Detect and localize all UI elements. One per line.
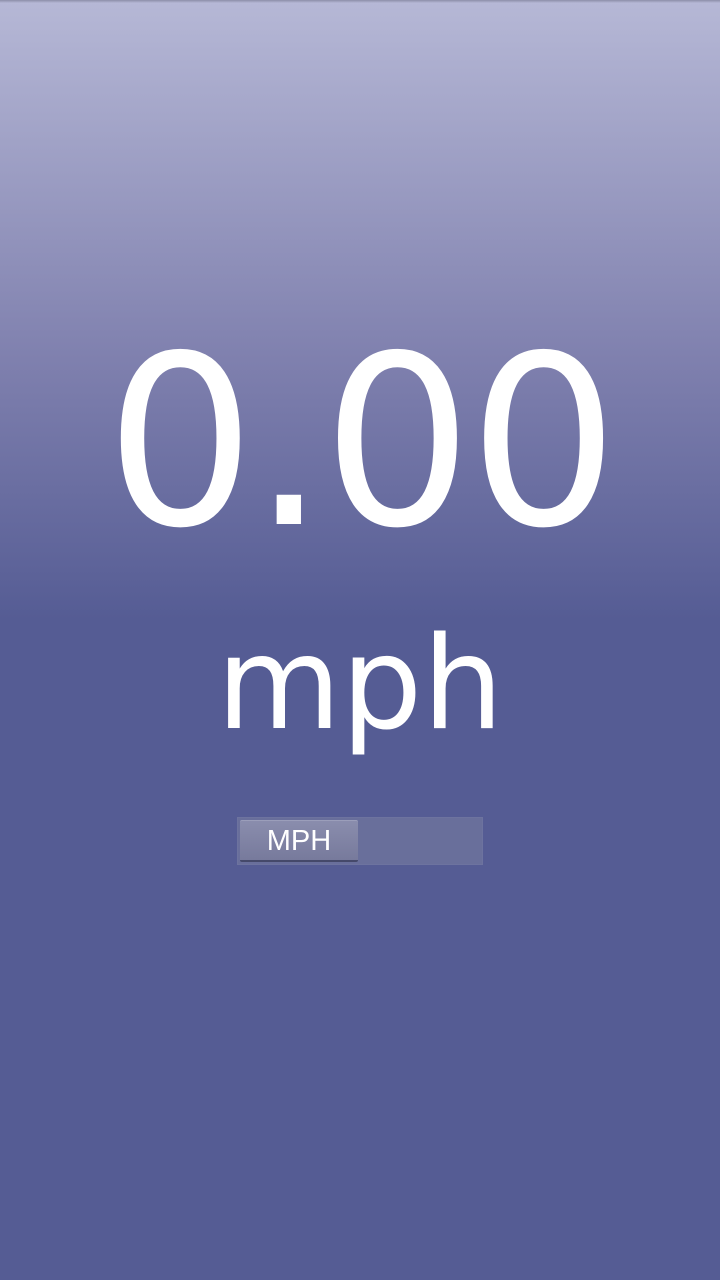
unit-toggle-thumb[interactable]: MPH [240,820,358,862]
speed-unit-label: mph [216,610,504,759]
speed-value: 0.00 [105,305,618,580]
status-edge [0,0,720,3]
unit-toggle-switch[interactable]: MPH [237,817,483,865]
